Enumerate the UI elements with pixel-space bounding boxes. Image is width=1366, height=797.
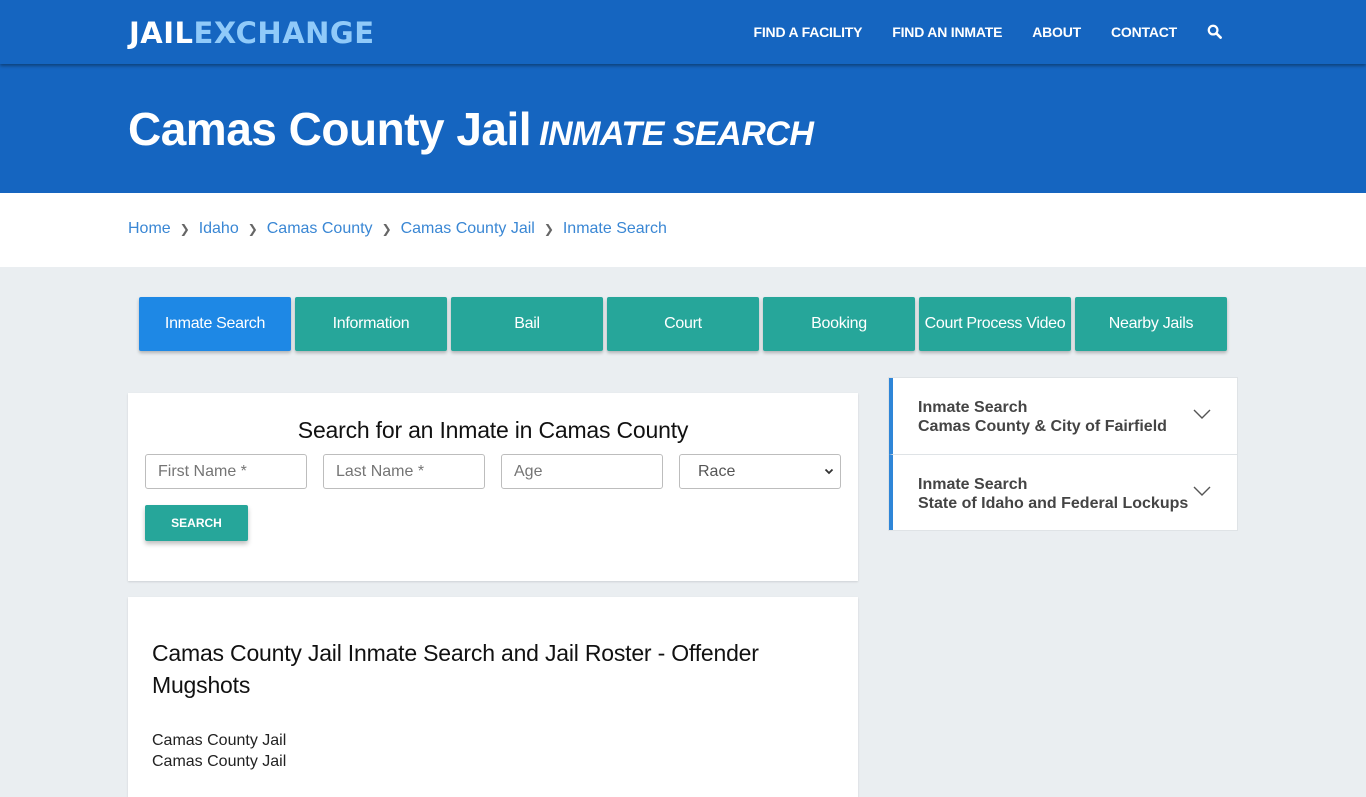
breadcrumb-idaho[interactable]: Idaho: [199, 220, 239, 238]
accordion-item-title: Inmate Search: [918, 476, 1028, 493]
tab-court-process-video[interactable]: Court Process Video: [919, 297, 1071, 351]
search-form-title: Search for an Inmate in Camas County: [297, 417, 689, 443]
accordion-item-title: Inmate Search: [918, 399, 1028, 416]
page-title-main: Camas County Jail: [128, 103, 532, 155]
sidebar-accordion: Inmate Search Camas County & City of Fai…: [888, 377, 1238, 531]
nav-about[interactable]: ABOUT: [1032, 24, 1081, 40]
tab-bail[interactable]: Bail: [451, 297, 603, 351]
breadcrumb-inmate-search[interactable]: Inmate Search: [563, 220, 667, 238]
logo-exchange-text: EXCHANGE: [193, 16, 375, 50]
nav-find-a-facility[interactable]: FIND A FACILITY: [754, 24, 863, 40]
page-title-sub: INMATE SEARCH: [539, 115, 814, 153]
site-logo[interactable]: JAILEXCHANGE: [129, 16, 375, 50]
section-tabs: Inmate Search Information Bail Court Boo…: [139, 297, 1231, 351]
chevron-down-icon: [1193, 409, 1211, 419]
chevron-right-icon: ❯: [247, 222, 258, 236]
breadcrumb-home[interactable]: Home: [128, 220, 171, 238]
chevron-down-icon: [824, 468, 834, 475]
race-select-value: Race: [698, 462, 736, 480]
chevron-right-icon: ❯: [179, 222, 190, 236]
article-heading: Camas County Jail Inmate Search and Jail…: [152, 640, 759, 698]
inmate-search-card: Search for an Inmate in Camas County Rac…: [128, 393, 858, 581]
accordion-item-camas-county[interactable]: Inmate Search Camas County & City of Fai…: [889, 378, 1237, 454]
chevron-right-icon: ❯: [543, 222, 554, 236]
first-name-input[interactable]: [145, 454, 307, 489]
accordion-item-subtitle: Camas County & City of Fairfield: [918, 418, 1167, 435]
search-button[interactable]: SEARCH: [145, 505, 248, 541]
race-select[interactable]: Race: [679, 454, 841, 489]
accordion-item-state-federal[interactable]: Inmate Search State of Idaho and Federal…: [889, 454, 1237, 530]
chevron-down-icon: [1193, 486, 1211, 496]
breadcrumb: Home ❯ Idaho ❯ Camas County ❯ Camas Coun…: [128, 220, 667, 238]
breadcrumb-camas-county[interactable]: Camas County: [267, 220, 373, 238]
page-title: Camas County Jail INMATE SEARCH: [128, 102, 814, 156]
breadcrumb-bar: Home ❯ Idaho ❯ Camas County ❯ Camas Coun…: [0, 193, 1366, 267]
search-icon[interactable]: [1207, 24, 1223, 40]
top-navbar: JAILEXCHANGE FIND A FACILITY FIND AN INM…: [0, 0, 1366, 64]
article-card: Camas County Jail Inmate Search and Jail…: [128, 597, 858, 797]
accordion-item-subtitle: State of Idaho and Federal Lockups: [918, 495, 1189, 512]
nav-contact[interactable]: CONTACT: [1111, 24, 1177, 40]
breadcrumb-camas-county-jail[interactable]: Camas County Jail: [401, 220, 535, 238]
article-line: Camas County Jail: [152, 753, 287, 770]
hero-banner: Camas County Jail INMATE SEARCH: [0, 64, 1366, 193]
tab-inmate-search[interactable]: Inmate Search: [139, 297, 291, 351]
main-nav: FIND A FACILITY FIND AN INMATE ABOUT CON…: [754, 0, 1366, 64]
tab-booking[interactable]: Booking: [763, 297, 915, 351]
age-input[interactable]: [501, 454, 663, 489]
last-name-input[interactable]: [323, 454, 485, 489]
tab-nearby-jails[interactable]: Nearby Jails: [1075, 297, 1227, 351]
nav-find-an-inmate[interactable]: FIND AN INMATE: [892, 24, 1002, 40]
article-line: Camas County Jail: [152, 732, 287, 749]
chevron-right-icon: ❯: [381, 222, 392, 236]
tab-court[interactable]: Court: [607, 297, 759, 351]
logo-jail-text: JAIL: [129, 16, 194, 50]
tab-information[interactable]: Information: [295, 297, 447, 351]
